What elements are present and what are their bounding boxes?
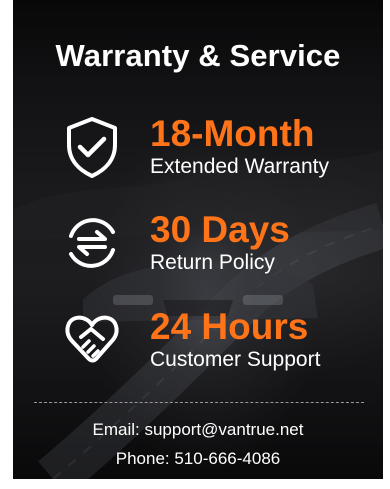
feature-subline: Customer Support [150,348,321,371]
left-margin [0,0,13,489]
feature-headline: 30 Days [150,209,290,250]
shield-check-icon [61,116,123,178]
feature-text: 24 Hours Customer Support [150,307,380,372]
page-title: Warranty & Service [55,38,341,73]
feature-return: 30 Days Return Policy [13,210,383,300]
feature-headline: 18-Month [150,113,315,154]
feature-subline: Extended Warranty [150,155,329,178]
bottom-margin [0,479,390,489]
dashed-divider [34,402,364,403]
feature-support: 24 Hours Customer Support [13,307,383,397]
return-arrows-icon [61,212,123,274]
feature-headline: 24 Hours [150,306,309,347]
content: Warranty & Service 18-Month Extended War… [13,0,383,479]
phone-line: Phone: 510-666-4086 [115,449,281,468]
feature-subline: Return Policy [150,251,275,274]
handshake-heart-icon [59,307,121,369]
warranty-card: Warranty & Service 18-Month Extended War… [0,0,390,489]
feature-text: 30 Days Return Policy [150,210,380,275]
right-margin [383,0,390,489]
email-line: Email: support@vantrue.net [92,420,304,439]
feature-warranty: 18-Month Extended Warranty [13,114,383,204]
feature-text: 18-Month Extended Warranty [150,114,380,179]
